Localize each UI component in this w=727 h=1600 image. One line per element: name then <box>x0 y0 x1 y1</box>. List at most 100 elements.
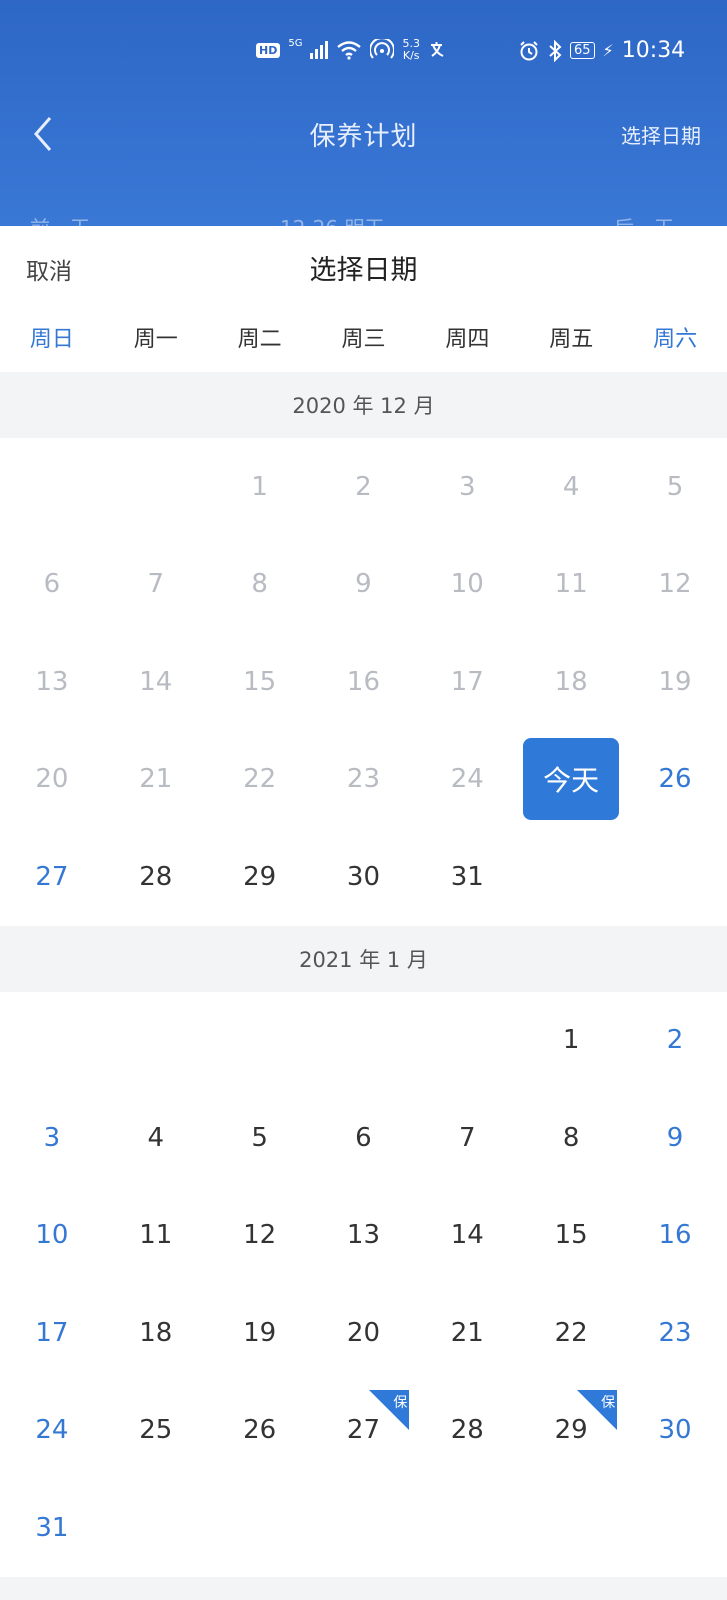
day-number: 19 <box>243 1317 277 1348</box>
day-number: 30 <box>346 861 380 892</box>
wifi-icon <box>337 41 362 60</box>
day-cell[interactable]: 28 <box>415 1382 519 1480</box>
day-number: 5 <box>666 471 684 502</box>
day-number: 11 <box>139 1220 173 1251</box>
day-cell[interactable]: 11 <box>104 1187 208 1285</box>
day-number: 28 <box>139 861 173 892</box>
day-number: 7 <box>147 569 165 600</box>
day-cell[interactable]: 30 <box>312 828 416 926</box>
day-cell[interactable]: 6 <box>312 1089 416 1187</box>
day-number: 24 <box>35 1415 69 1446</box>
day-number: 26 <box>658 764 692 795</box>
weekday-label: 周一 <box>133 327 178 352</box>
day-number: 1 <box>562 1025 580 1056</box>
day-cell[interactable]: 31 <box>0 1479 104 1577</box>
day-number: 14 <box>450 1220 484 1251</box>
day-cell[interactable]: 26 <box>623 731 727 829</box>
day-cell[interactable]: 18 <box>104 1284 208 1382</box>
day-cell[interactable]: 8 <box>519 1089 623 1187</box>
day-number: 15 <box>243 666 277 697</box>
month-list: 2020 年 12 月 1 2 3 4 5 6 7 8 9 10 11 12 13 14 15 16 17 18 19… <box>0 372 727 1600</box>
day-cell[interactable]: 31 <box>415 828 519 926</box>
today-marker[interactable]: 今天 <box>523 738 620 821</box>
day-cell[interactable]: 23 <box>623 1284 727 1382</box>
day-cell: 17 <box>415 633 519 731</box>
month-header: 2020 年 12 月 <box>0 372 727 438</box>
day-cell[interactable]: 14 <box>415 1187 519 1285</box>
next-day-label: 后一天 <box>614 212 674 226</box>
day-cell[interactable]: 5 <box>208 1089 312 1187</box>
day-cell[interactable]: 22 <box>519 1284 623 1382</box>
day-cell: 16 <box>312 633 416 731</box>
day-cell[interactable]: 25 <box>104 1382 208 1480</box>
day-cell[interactable]: 29 保 <box>519 1382 623 1480</box>
translate-icon <box>430 42 444 57</box>
day-cell: 9 <box>312 536 416 634</box>
weekday-label: 周六 <box>653 327 698 352</box>
day-number: 31 <box>35 1512 69 1543</box>
day-cell[interactable]: 28 <box>104 828 208 926</box>
day-cell-today[interactable]: 今天 <box>519 731 623 829</box>
day-cell[interactable]: 4 <box>104 1089 208 1187</box>
day-number: 18 <box>139 1317 173 1348</box>
day-cell[interactable]: 1 <box>519 992 623 1090</box>
day-number: 16 <box>658 1220 692 1251</box>
day-number: 12 <box>243 1220 277 1251</box>
day-cell[interactable]: 29 <box>208 828 312 926</box>
day-number: 4 <box>147 1122 165 1153</box>
day-cell[interactable]: 10 <box>0 1187 104 1285</box>
day-cell: 8 <box>208 536 312 634</box>
status-right: 65 ⚡ 10:34 <box>518 38 685 63</box>
day-number: 5 <box>251 1122 268 1153</box>
day-number: 7 <box>459 1122 476 1153</box>
day-cell: 21 <box>104 731 208 829</box>
nav-bar: 保养计划 选择日期 <box>0 108 727 158</box>
network-type: 5G <box>288 38 303 49</box>
day-cell[interactable]: 16 <box>623 1187 727 1285</box>
month-grid: 1 2 3 4 5 6 7 8 9 10 11 12 13 14 15 16 17 18 19 20 21 22 23 24 今… <box>0 438 727 926</box>
day-cell[interactable]: 15 <box>519 1187 623 1285</box>
signal-icon <box>310 41 329 59</box>
day-cell[interactable]: 7 <box>415 1089 519 1187</box>
day-number: 30 <box>658 1415 692 1446</box>
empty-cell <box>104 992 208 1090</box>
day-number: 24 <box>450 764 484 795</box>
weekday-label: 周日 <box>29 327 74 352</box>
day-cell[interactable]: 9 <box>623 1089 727 1187</box>
day-number: 9 <box>666 1122 684 1153</box>
alarm-icon <box>520 40 538 60</box>
day-number: 21 <box>450 1317 484 1348</box>
day-cell[interactable]: 3 <box>0 1089 104 1187</box>
day-cell[interactable]: 2 <box>623 992 727 1090</box>
day-cell[interactable]: 30 <box>623 1382 727 1480</box>
day-number: 22 <box>554 1317 588 1348</box>
select-date-button[interactable]: 选择日期 <box>621 120 701 149</box>
month-grid: 1 2 3 4 5 6 7 8 9 10 11 12 13 14 15 16 17 18 19 20 21 22 23 24 2… <box>0 992 727 1577</box>
maintenance-tag-label: 保 <box>393 1394 408 1411</box>
current-day-label: 12-26 明天 <box>280 212 384 226</box>
day-cell[interactable]: 13 <box>312 1187 416 1285</box>
day-number: 1 <box>251 471 268 502</box>
day-cell[interactable]: 17 <box>0 1284 104 1382</box>
day-cell[interactable]: 27 保 <box>312 1382 416 1480</box>
day-number: 12 <box>658 569 692 600</box>
day-cell[interactable]: 24 <box>0 1382 104 1480</box>
day-cell[interactable]: 26 <box>208 1382 312 1480</box>
day-cell[interactable]: 27 <box>0 828 104 926</box>
day-cell[interactable]: 21 <box>415 1284 519 1382</box>
sheet-header: 取消 选择日期 <box>0 226 727 312</box>
day-cell[interactable]: 12 <box>208 1187 312 1285</box>
month-header: 2021 年 1 月 <box>0 925 727 992</box>
day-number: 8 <box>251 569 268 600</box>
day-cell[interactable]: 19 <box>208 1284 312 1382</box>
day-cell: 10 <box>415 536 519 634</box>
day-cell: 5 <box>623 438 727 536</box>
day-cell[interactable]: 20 <box>312 1284 416 1382</box>
day-number: 2 <box>666 1025 684 1056</box>
weekday-label: 周五 <box>549 327 594 352</box>
day-number: 28 <box>450 1415 484 1446</box>
date-switcher-row: 前一天 12-26 明天 后一天 <box>0 200 727 226</box>
day-cell: 23 <box>312 731 416 829</box>
network-speed: 5.3 K/s <box>402 38 420 62</box>
day-number: 9 <box>355 569 372 600</box>
